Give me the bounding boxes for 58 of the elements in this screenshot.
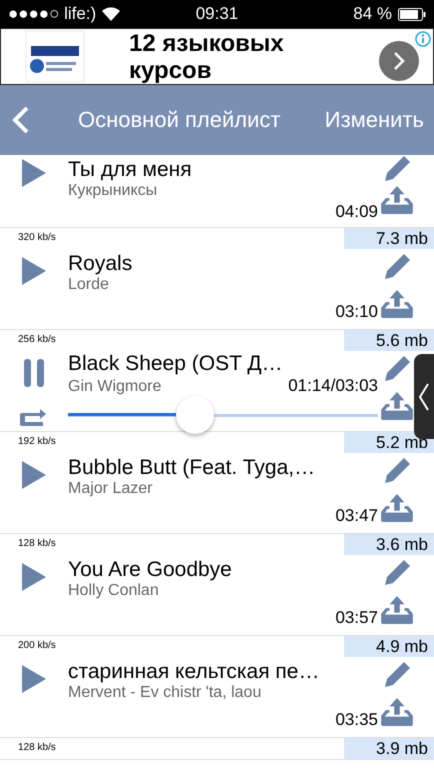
song-title: Royals — [68, 251, 134, 276]
artist-name: Holly Conlan — [68, 582, 160, 600]
duration-label: 03:10 — [335, 302, 378, 322]
side-panel-handle[interactable] — [414, 354, 434, 439]
bitrate-label: 128 kb/s — [18, 742, 56, 753]
artist-name: Mervent - Ev chistr 'ta, laou — [68, 684, 262, 702]
play-icon[interactable] — [22, 665, 46, 693]
elapsed-time: 01:14/03:03 — [288, 376, 378, 396]
upload-icon[interactable] — [381, 596, 413, 624]
file-size-label: 3.6 mb — [344, 534, 434, 555]
wifi-icon — [102, 7, 120, 21]
duration-label: 03:57 — [335, 608, 378, 628]
carrier-label: ●●●●○ life:) — [8, 4, 96, 24]
song-title: Ты для меня — [68, 157, 193, 182]
playlist-title: Основной плейлист — [78, 107, 282, 133]
upload-icon[interactable] — [381, 290, 413, 318]
play-icon[interactable] — [22, 461, 46, 489]
pencil-icon[interactable] — [384, 559, 410, 586]
upload-icon[interactable] — [381, 392, 413, 420]
chevron-icon — [418, 382, 430, 412]
bitrate-label: 256 kb/s — [18, 334, 56, 345]
pause-icon[interactable] — [23, 359, 45, 387]
play-icon[interactable] — [22, 159, 46, 187]
upload-icon[interactable] — [381, 698, 413, 726]
upload-icon[interactable] — [381, 494, 413, 522]
bitrate-label: 192 kb/s — [18, 436, 56, 447]
play-icon[interactable] — [22, 563, 46, 591]
artist-name: Кукрыниксы — [68, 182, 158, 200]
pencil-icon[interactable] — [384, 253, 410, 280]
file-size-label: 5.6 mb — [344, 330, 434, 351]
song-title: You Are Goodbye — [68, 557, 233, 582]
artist-name: Lorde — [68, 276, 110, 294]
bitrate-label: 128 kb/s — [18, 538, 56, 549]
file-size-label: 3.9 mb — [344, 738, 434, 759]
song-title: старинная кельтская пе… — [68, 659, 320, 684]
battery-icon — [398, 8, 426, 20]
bitrate-label: 320 kb/s — [18, 232, 56, 243]
chevron-icon — [393, 52, 405, 70]
artist-name: Gin Wigmore — [68, 378, 162, 396]
duration-label: 03:35 — [335, 710, 378, 730]
upload-icon[interactable] — [381, 186, 413, 214]
pencil-icon[interactable] — [384, 661, 410, 688]
ad-open-button[interactable] — [379, 41, 419, 81]
file-size-label: 7.3 mb — [344, 228, 434, 249]
bitrate-label: 200 kb/s — [18, 640, 56, 651]
file-size-label: 4.9 mb — [344, 636, 434, 657]
clock: 09:31 — [196, 4, 238, 24]
play-icon[interactable] — [22, 257, 46, 285]
duration-label: 04:09 — [335, 202, 378, 222]
info-icon[interactable] — [415, 31, 431, 47]
duration-label: 03:47 — [335, 506, 378, 526]
slider-thumb[interactable] — [176, 396, 214, 434]
song-title: Bubble Butt (Feat. Tyga,… — [68, 455, 316, 480]
pencil-icon[interactable] — [384, 457, 410, 484]
battery-percent: 84 % — [353, 4, 392, 24]
pencil-icon[interactable] — [384, 355, 410, 382]
artist-name: Major Lazer — [68, 480, 154, 498]
song-title: Black Sheep (OST Д… — [68, 351, 284, 376]
